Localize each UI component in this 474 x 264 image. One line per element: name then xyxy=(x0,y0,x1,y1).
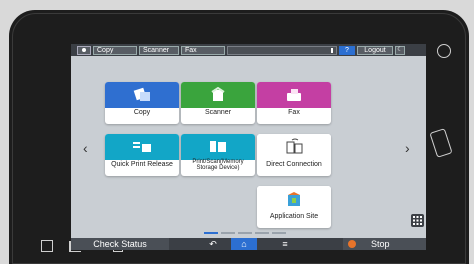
page-dot xyxy=(272,232,286,234)
stop-button[interactable]: Stop xyxy=(343,238,426,250)
direct-connection-icon xyxy=(257,134,331,160)
app-label: Fax xyxy=(288,109,300,116)
top-bar: Copy Scanner Fax ? Logout ☾ xyxy=(71,44,426,56)
app-label: Print/Scan(Memory Storage Device) xyxy=(181,159,255,171)
application-site-icon xyxy=(257,186,331,212)
stop-label: Stop xyxy=(371,239,390,249)
app-copy[interactable]: Copy xyxy=(105,82,179,124)
app-list-button[interactable] xyxy=(411,214,424,227)
scanner-icon xyxy=(181,82,255,108)
app-application-site[interactable]: Application Site xyxy=(257,186,331,228)
app-scanner[interactable]: Scanner xyxy=(181,82,255,124)
app-direct-connection[interactable]: Direct Connection xyxy=(257,134,331,176)
menu-button[interactable]: ≡ xyxy=(275,238,295,250)
app-print-scan-memory[interactable]: Print/Scan(Memory Storage Device) xyxy=(181,134,255,176)
stop-icon xyxy=(348,240,356,248)
help-button[interactable]: ? xyxy=(339,45,355,55)
signal-icon xyxy=(331,47,333,53)
app-label-line2: Storage Device) xyxy=(196,165,240,171)
back-button[interactable]: ↶ xyxy=(203,238,223,250)
back-arrow-icon: ↶ xyxy=(209,239,217,249)
page-dot xyxy=(238,232,252,234)
app-label: Direct Connection xyxy=(266,161,322,168)
card-reader-icon xyxy=(41,240,53,252)
quick-print-icon xyxy=(105,134,179,160)
app-label: Copy xyxy=(133,109,151,116)
page-dot xyxy=(221,232,235,234)
energy-saver-button[interactable]: ☾ xyxy=(395,45,405,55)
check-status-button[interactable]: Check Status xyxy=(71,238,169,250)
logout-button[interactable]: Logout xyxy=(357,45,393,55)
grid-icon xyxy=(413,216,422,225)
memory-storage-icon xyxy=(181,134,255,160)
page-indicator xyxy=(204,232,286,234)
app-quick-print-release[interactable]: Quick Print Release xyxy=(105,134,179,176)
prev-page-arrow[interactable]: ‹ xyxy=(83,140,88,156)
page-dot xyxy=(255,232,269,234)
copy-icon xyxy=(105,82,179,108)
status-field xyxy=(227,45,337,55)
tab-fax[interactable]: Fax xyxy=(181,45,225,55)
page-dot-active xyxy=(204,232,218,234)
fax-icon xyxy=(257,82,331,108)
tab-scanner[interactable]: Scanner xyxy=(139,45,179,55)
next-page-arrow[interactable]: › xyxy=(405,140,410,156)
touch-screen: Copy Scanner Fax ? Logout ☾ ‹ › Copy Sca… xyxy=(71,44,426,250)
home-button[interactable]: ⌂ xyxy=(231,238,257,250)
printer-panel-device: Copy Scanner Fax ? Logout ☾ ‹ › Copy Sca… xyxy=(9,10,469,264)
user-icon[interactable] xyxy=(77,45,91,55)
menu-icon: ≡ xyxy=(282,239,288,249)
tab-copy[interactable]: Copy xyxy=(93,45,137,55)
home-icon: ⌂ xyxy=(241,239,247,249)
app-label: Application Site xyxy=(269,213,319,220)
app-fax[interactable]: Fax xyxy=(257,82,331,124)
app-label: Quick Print Release xyxy=(111,161,173,168)
app-label: Scanner xyxy=(204,109,232,116)
power-icon[interactable] xyxy=(437,44,451,58)
bottom-bar: Check Status ↶ ⌂ ≡ Stop xyxy=(71,238,426,250)
